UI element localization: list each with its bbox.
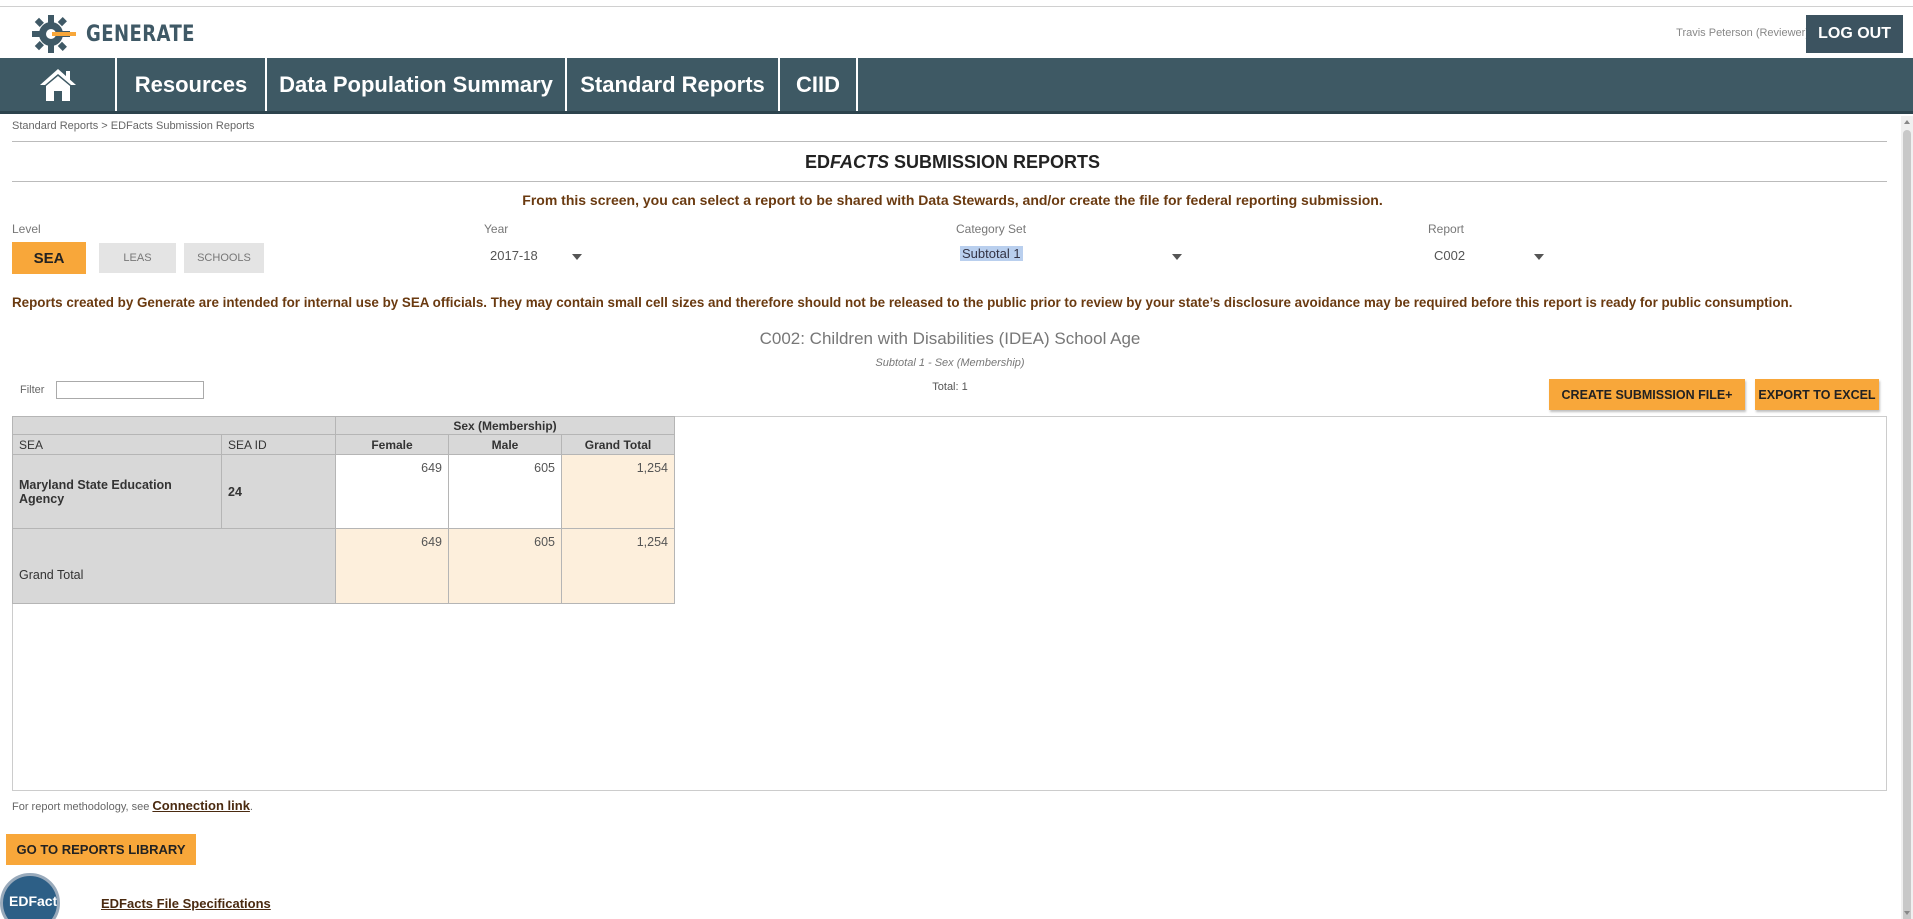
divider [12, 181, 1887, 182]
column-header-male[interactable]: Male [448, 434, 562, 455]
scrollbar-thumb[interactable] [1903, 130, 1911, 919]
report-select[interactable]: C002 [1428, 244, 1550, 268]
row-sea-id: 24 [221, 454, 336, 529]
page-title-suffix: SUBMISSION REPORTS [889, 152, 1101, 172]
chevron-down-icon [1172, 254, 1182, 260]
divider [12, 141, 1887, 142]
cell-female: 649 [335, 454, 449, 529]
grand-total-male: 605 [448, 528, 562, 604]
chevron-down-icon [572, 254, 582, 260]
year-label: Year [484, 222, 509, 236]
page-title-prefix: ED [804, 152, 830, 172]
disclaimer-text: Reports created by Generate are intended… [12, 295, 1793, 310]
group-header: Sex (Membership) [335, 416, 675, 435]
create-submission-file-button[interactable]: CREATE SUBMISSION FILE+ [1549, 379, 1745, 410]
brand-name: GENERATE [86, 21, 195, 47]
cell-grand-total: 1,254 [561, 454, 675, 529]
home-icon [39, 68, 76, 101]
methodology-text: For report methodology, see [12, 801, 153, 813]
column-header-grand-total[interactable]: Grand Total [561, 434, 675, 455]
nav-home[interactable] [0, 58, 117, 111]
main-nav: Resources Data Population Summary Standa… [0, 58, 1913, 114]
level-sea-button[interactable]: SEA [12, 242, 86, 274]
filter-label: Filter [20, 384, 45, 396]
report-subtitle: Subtotal 1 - Sex (Membership) [875, 357, 1025, 369]
nav-ciid[interactable]: CIID [780, 58, 858, 111]
nav-resources[interactable]: Resources [117, 58, 267, 111]
go-to-reports-library-button[interactable]: GO TO REPORTS LIBRARY [6, 834, 196, 865]
connection-link[interactable]: Connection link [152, 798, 250, 813]
nav-standard-reports[interactable]: Standard Reports [567, 58, 780, 111]
export-to-excel-button[interactable]: EXPORT TO EXCEL [1755, 379, 1879, 410]
chevron-down-icon [1534, 254, 1544, 260]
grand-total-label: Grand Total [12, 528, 336, 604]
logout-button[interactable]: LOG OUT [1806, 15, 1903, 53]
pivot-table: Sex (Membership) SEA SEA ID Female Male … [12, 416, 675, 604]
level-schools-button[interactable]: SCHOOLS [184, 243, 264, 273]
grand-total-total: 1,254 [561, 528, 675, 604]
generate-logo[interactable]: GENERATE [32, 15, 219, 53]
nav-data-population-summary[interactable]: Data Population Summary [267, 58, 567, 111]
report-title: C002: Children with Disabilities (IDEA) … [759, 329, 1141, 348]
category-set-label: Category Set [956, 222, 1027, 236]
page-scrollbar[interactable] [1901, 116, 1913, 919]
top-header: GENERATE Travis Peterson (Reviewer) LOG … [0, 6, 1913, 58]
edfacts-logo-text: EDFacts [9, 893, 60, 909]
user-name: Travis Peterson (Reviewer) [1676, 27, 1809, 39]
year-select[interactable]: 2017-18 [484, 244, 588, 268]
column-header-sea-id[interactable]: SEA ID [221, 434, 336, 455]
page-title: EDFACTS SUBMISSION REPORTS [0, 152, 1905, 173]
edfacts-logo[interactable]: EDFacts [0, 873, 60, 919]
column-header-female[interactable]: Female [335, 434, 449, 455]
scroll-down-icon[interactable] [1904, 911, 1910, 915]
scroll-up-icon[interactable] [1904, 120, 1910, 124]
table-filter: Filter [20, 381, 205, 399]
column-header-sea[interactable]: SEA [12, 434, 222, 455]
level-leas-button[interactable]: LEAS [99, 243, 176, 273]
report-value: C002 [1434, 248, 1466, 263]
table-corner [12, 416, 336, 435]
methodology-note: For report methodology, see Connection l… [12, 798, 253, 813]
gear-logo-icon [32, 15, 76, 53]
table-row: Maryland State Education Agency 24 649 6… [12, 454, 675, 529]
methodology-period: . [249, 801, 253, 813]
page-title-italic: FACTS [829, 152, 889, 172]
year-value: 2017-18 [490, 248, 538, 263]
grand-total-female: 649 [335, 528, 449, 604]
filter-input[interactable] [56, 381, 205, 399]
instructions-text: From this screen, you can select a repor… [522, 192, 1383, 208]
category-set-select[interactable]: Subtotal 1 [956, 244, 1188, 268]
grand-total-row: Grand Total 649 605 1,254 [12, 528, 675, 604]
level-label: Level [12, 222, 41, 236]
row-sea-name: Maryland State Education Agency [12, 454, 222, 529]
breadcrumb[interactable]: Standard Reports > EDFacts Submission Re… [12, 120, 254, 132]
cell-male: 605 [448, 454, 562, 529]
category-set-value: Subtotal 1 [960, 246, 1023, 261]
edfacts-file-specifications-link[interactable]: EDFacts File Specifications [101, 896, 271, 911]
report-label: Report [1428, 222, 1465, 236]
